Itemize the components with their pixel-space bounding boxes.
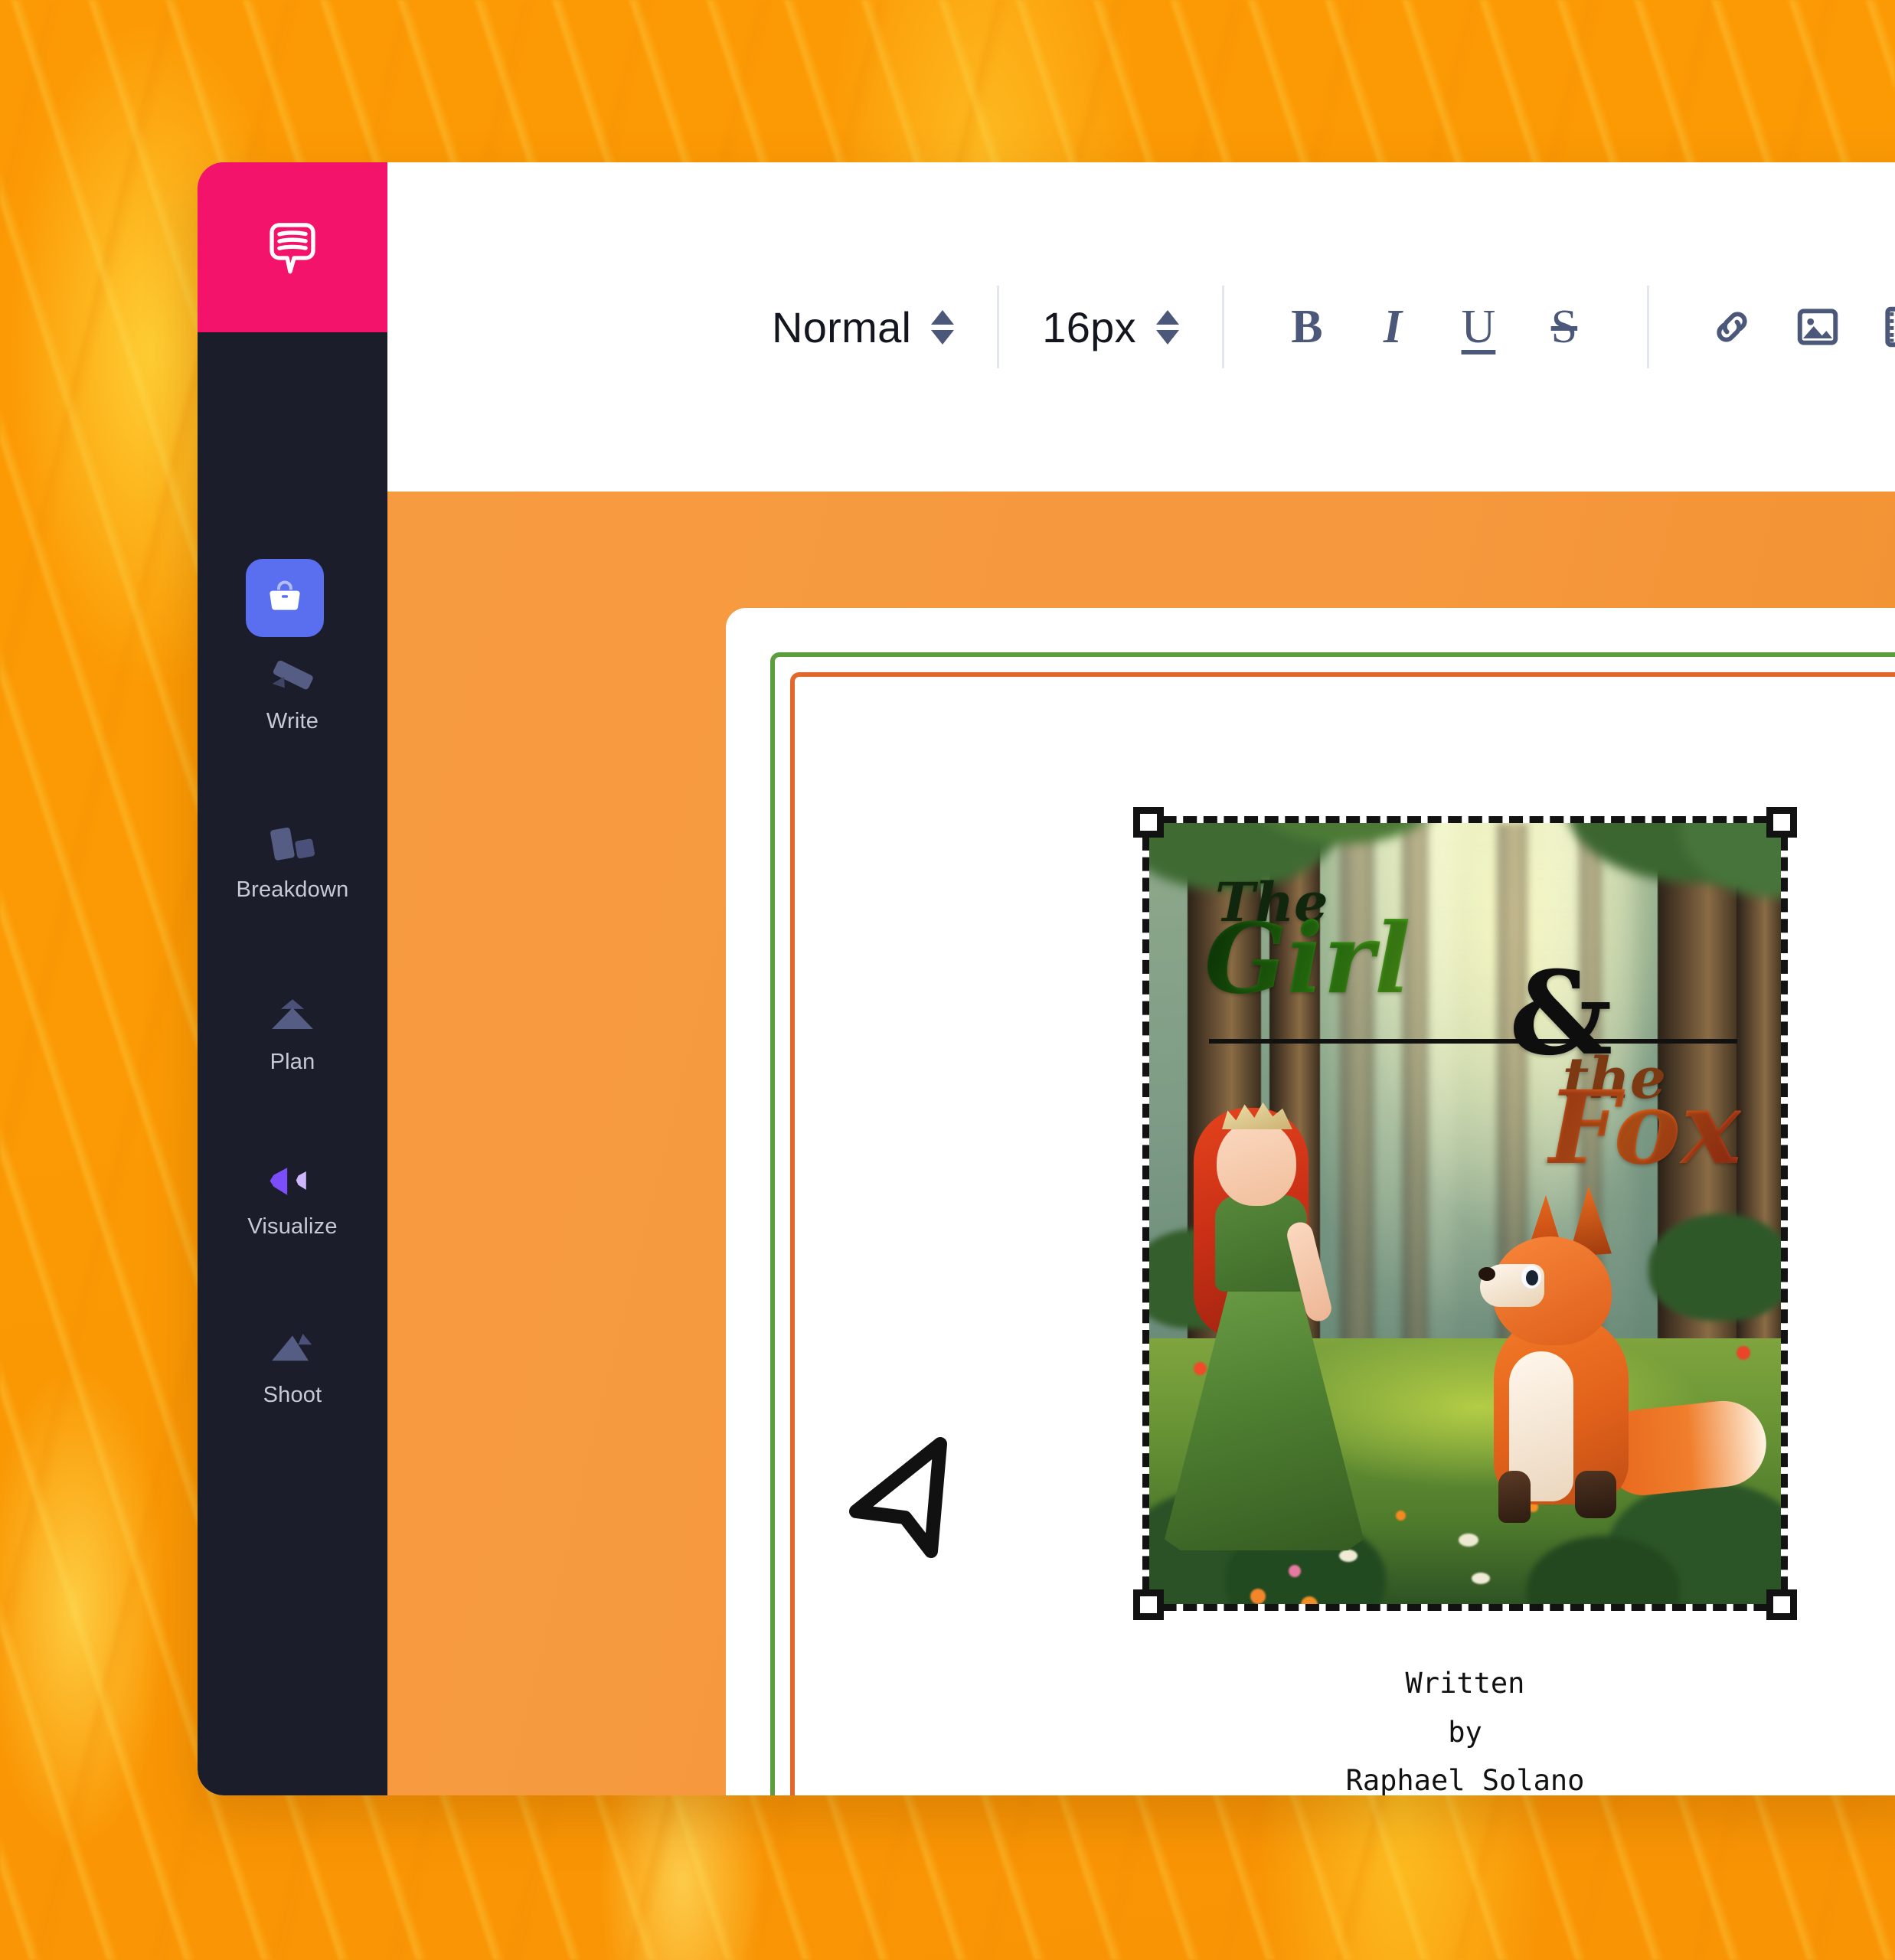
editor-toolbar: Normal 16px B I U S <box>387 162 1895 492</box>
link-button[interactable] <box>1689 284 1775 370</box>
app-logo[interactable] <box>198 162 387 332</box>
camera-triangle-icon <box>272 1333 312 1361</box>
cover-title-rule <box>1209 1039 1737 1044</box>
cards-icon <box>270 827 315 861</box>
princess-head <box>1217 1120 1296 1206</box>
link-icon <box>1717 312 1747 342</box>
sidebar-item-label: Shoot <box>263 1383 322 1407</box>
briefcase-icon <box>270 580 300 610</box>
paragraph-style-select[interactable]: Normal <box>769 290 957 364</box>
resize-handle-bottom-right[interactable] <box>1766 1589 1797 1620</box>
mountains-icon <box>272 999 313 1029</box>
sidebar-item-label: Write <box>266 709 319 733</box>
bold-button[interactable]: B <box>1264 284 1350 370</box>
left-sidebar: Write Breakdown Plan Visualize Shoot <box>198 162 387 1795</box>
script-speech-bubble-icon <box>270 223 315 274</box>
underline-button[interactable]: U <box>1436 284 1521 370</box>
cover-title-girl: Girl <box>1204 902 1411 1015</box>
chevron-updown-icon <box>1155 309 1179 345</box>
sidebar-item-label: Breakdown <box>236 877 349 902</box>
sidebar-item-label: Plan <box>270 1050 315 1074</box>
resize-handle-top-left[interactable] <box>1133 807 1164 838</box>
sidebar-item-breakdown[interactable]: Breakdown <box>198 821 387 903</box>
italic-button[interactable]: I <box>1350 284 1436 370</box>
font-size-select[interactable]: 16px <box>1039 290 1182 364</box>
image-icon <box>1797 309 1838 345</box>
font-size-value: 16px <box>1042 302 1136 351</box>
chevron-updown-icon <box>931 309 955 345</box>
toolbar-divider <box>1221 286 1224 368</box>
fox-back-leg <box>1575 1471 1616 1518</box>
sidebar-item-visualize[interactable]: Visualize <box>198 1158 387 1240</box>
video-button[interactable] <box>1861 284 1895 370</box>
sidebar-item-plan[interactable]: Plan <box>198 993 387 1075</box>
fox-front-leg <box>1498 1471 1531 1523</box>
shapes-icon <box>270 1168 306 1195</box>
strikethrough-button[interactable]: S <box>1521 284 1607 370</box>
sidebar-item-shoot[interactable]: Shoot <box>198 1326 387 1408</box>
byline-block: Written by Raphael Solano <box>1345 1667 1585 1795</box>
sidebar-item-write[interactable]: Write <box>198 652 387 734</box>
cover-title-fox: Fox <box>1547 1069 1742 1187</box>
sidebar-item-projects[interactable] <box>246 559 324 637</box>
pencil-icon <box>272 660 313 690</box>
toolbar-divider <box>997 286 1000 368</box>
paragraph-style-value: Normal <box>772 302 912 351</box>
sidebar-item-label: Visualize <box>247 1214 338 1239</box>
cover-image[interactable]: The Girl & the Fox <box>1142 816 1788 1611</box>
fox-pupil <box>1526 1270 1538 1285</box>
selected-image-frame[interactable]: The Girl & the Fox <box>1133 807 1797 1620</box>
app-window: Normal 16px B I U S The Girl & the Fox W… <box>198 162 1895 1795</box>
fox-nose <box>1478 1267 1495 1281</box>
image-button[interactable] <box>1775 284 1861 370</box>
resize-handle-bottom-left[interactable] <box>1133 1589 1164 1620</box>
toolbar-divider <box>1646 286 1649 368</box>
resize-handle-top-right[interactable] <box>1766 807 1797 838</box>
film-icon <box>1885 306 1895 348</box>
